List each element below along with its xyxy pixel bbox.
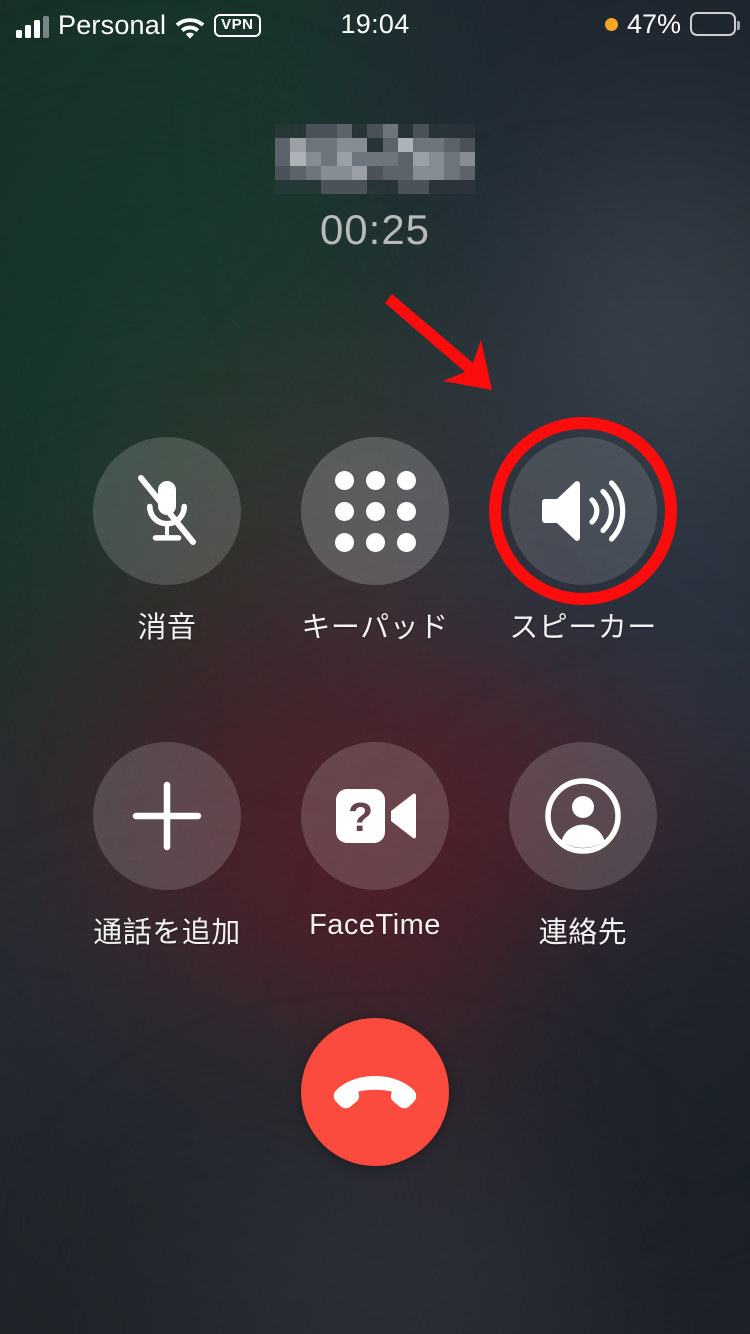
battery-icon <box>690 12 740 36</box>
keypad-button-circle[interactable] <box>301 437 449 585</box>
mute-button-circle[interactable] <box>93 437 241 585</box>
phone-down-icon <box>333 1076 417 1109</box>
keypad-button-label: キーパッド <box>301 612 449 644</box>
annotation-arrow-icon <box>385 294 492 390</box>
mute-button-label: 消音 <box>137 612 197 644</box>
microphone-slash-icon <box>138 475 196 545</box>
caller-name-redacted <box>275 124 475 194</box>
call-actions-row-1: 消音 キーパッド スピーカー <box>0 417 750 646</box>
facetime-button-label: FaceTime <box>309 909 441 941</box>
keypad-dots-icon <box>334 470 416 552</box>
keypad-button[interactable]: キーパッド <box>301 437 449 646</box>
battery-percent-label: 47% <box>626 8 681 39</box>
caller-info: 00:25 <box>0 124 750 254</box>
facetime-button-circle[interactable]: ? <box>301 742 449 890</box>
add-call-button-label: 通話を追加 <box>93 917 241 949</box>
facetime-video-icon: ? <box>336 789 416 843</box>
call-actions-row-2: 通話を追加 ? FaceTime <box>0 742 750 951</box>
speaker-button-circle[interactable] <box>489 417 677 605</box>
add-call-button-circle[interactable] <box>93 742 241 890</box>
status-bar-right: 47% <box>604 8 740 40</box>
plus-icon <box>132 781 202 851</box>
low-power-mode-dot-icon <box>604 17 618 31</box>
mute-button[interactable]: 消音 <box>93 437 241 646</box>
status-bar: Personal VPN 19:04 47% <box>0 0 750 48</box>
speaker-button-label: スピーカー <box>509 612 657 644</box>
facetime-button[interactable]: ? FaceTime <box>301 742 449 951</box>
call-actions-grid: 消音 キーパッド スピーカー 通話を追加 FaceTime 連絡先 <box>0 417 750 951</box>
speaker-button[interactable]: スピーカー <box>489 417 677 646</box>
add-call-button[interactable]: 通話を追加 <box>93 742 241 951</box>
contacts-button-circle[interactable] <box>509 742 657 890</box>
end-call-area <box>0 1018 750 1166</box>
person-circle-icon <box>545 778 621 854</box>
speaker-wave-icon <box>542 480 626 542</box>
contacts-button-label: 連絡先 <box>538 917 628 949</box>
call-duration: 00:25 <box>319 206 431 253</box>
contacts-button[interactable]: 連絡先 <box>509 742 657 951</box>
end-call-button[interactable] <box>301 1018 449 1166</box>
